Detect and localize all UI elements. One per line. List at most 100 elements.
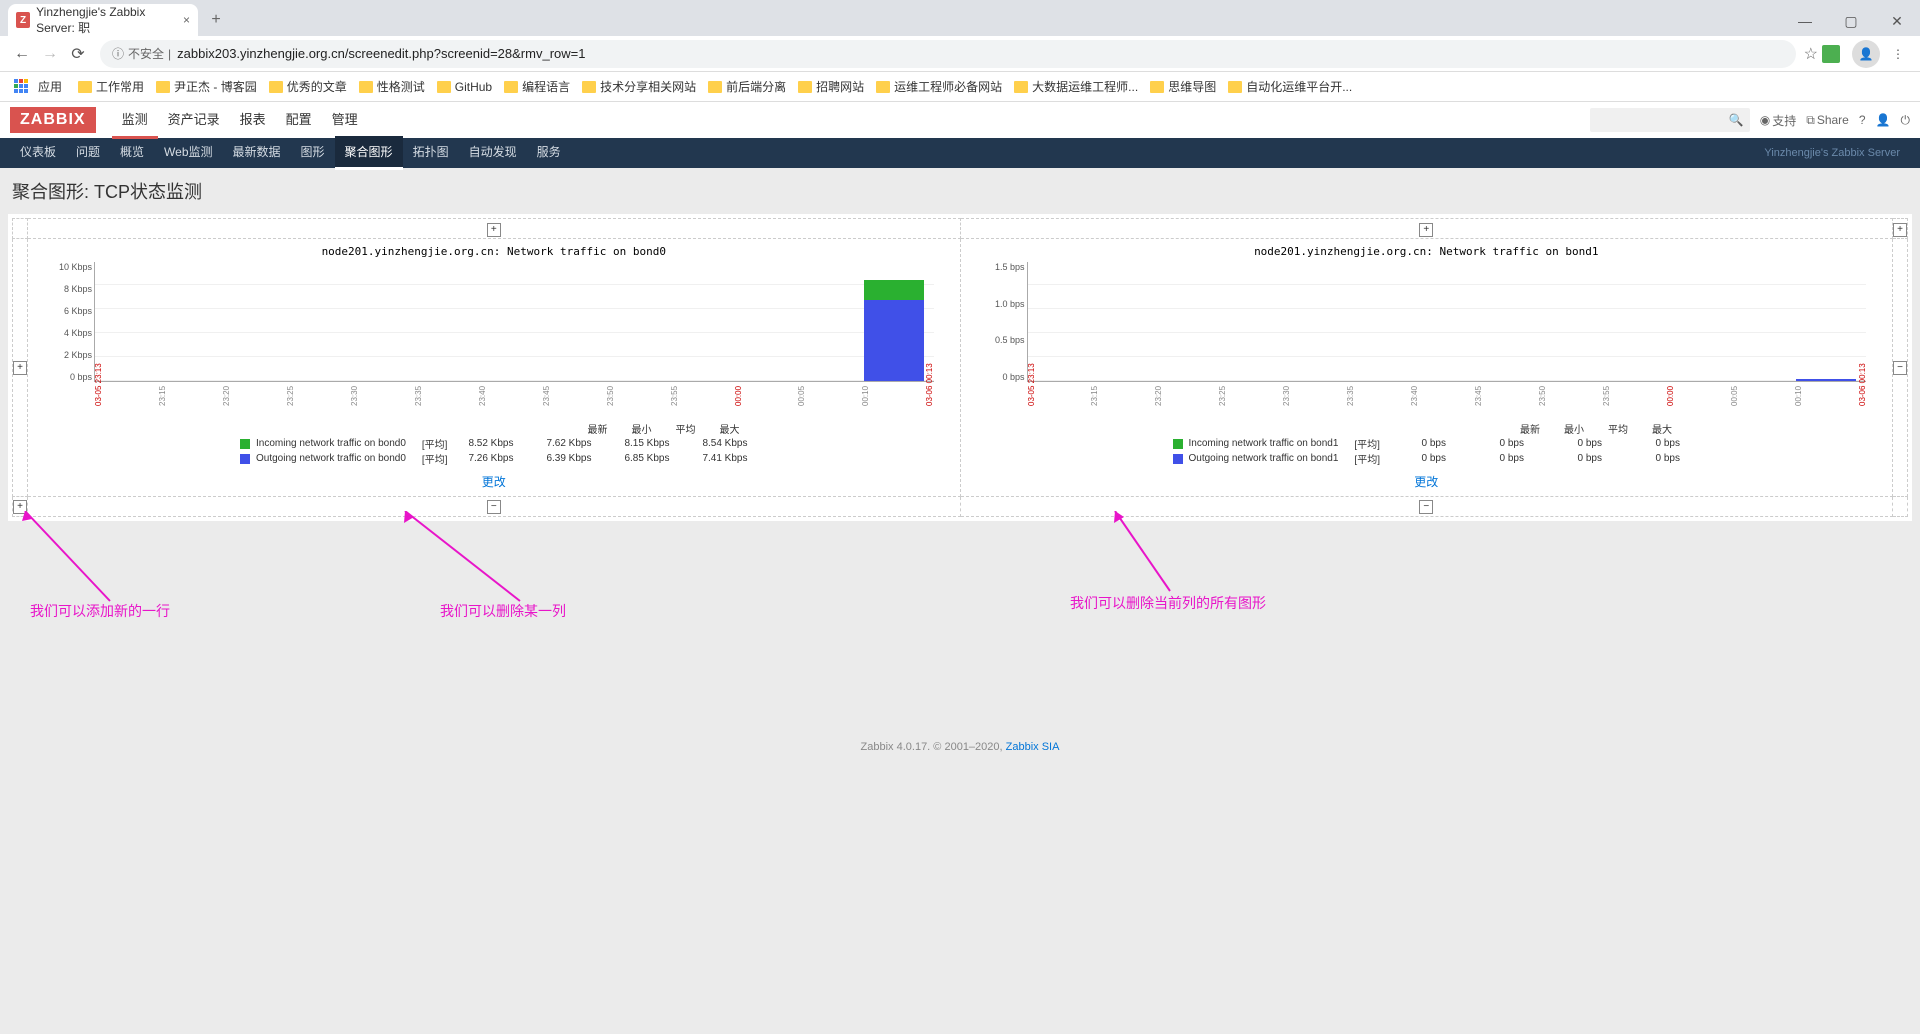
remove-row-button[interactable]: −	[1893, 361, 1907, 375]
add-row-button[interactable]: +	[13, 361, 27, 375]
bookmark-star-icon[interactable]: ☆	[1804, 44, 1818, 64]
nav2-item[interactable]: 图形	[291, 136, 335, 170]
footer: Zabbix 4.0.17. © 2001–2020, Zabbix SIA	[0, 721, 1920, 763]
add-column-button[interactable]: +	[487, 223, 501, 237]
folder-icon	[876, 81, 890, 93]
y-axis: 1.5 bps1.0 bps0.5 bps0 bps	[977, 262, 1025, 382]
extension-icon[interactable]	[1822, 45, 1840, 63]
bookmark-item[interactable]: 性格测试	[353, 76, 431, 97]
folder-icon	[1228, 81, 1242, 93]
screen-editor: + + + + node201.yinzhengjie.org.cn: Netw…	[8, 214, 1912, 521]
annotations: 我们可以添加新的一行 我们可以删除某一列 我们可以删除当前列的所有图形	[0, 521, 1920, 721]
browser-tab[interactable]: Z Yinzhengjie's Zabbix Server: 职 ×	[8, 4, 198, 36]
profile-icon[interactable]: 👤	[1852, 40, 1880, 68]
nav1-item[interactable]: 管理	[322, 101, 368, 139]
folder-icon	[582, 81, 596, 93]
nav2-item[interactable]: 概览	[110, 136, 154, 170]
nav2-item[interactable]: Web监测	[154, 136, 222, 170]
footer-link[interactable]: Zabbix SIA	[1006, 741, 1060, 753]
reload-button[interactable]: ⟳	[64, 40, 92, 68]
add-column-button[interactable]: +	[1419, 223, 1433, 237]
folder-icon	[1150, 81, 1164, 93]
folder-icon	[1014, 81, 1028, 93]
tab-title: Yinzhengjie's Zabbix Server: 职	[36, 5, 183, 36]
help-icon[interactable]: ?	[1859, 113, 1866, 127]
folder-icon	[269, 81, 283, 93]
browser-menu-icon[interactable]: ⋮	[1884, 40, 1912, 68]
bookmarks-bar: 应用 工作常用尹正杰 - 博客园优秀的文章性格测试GitHub编程语言技术分享相…	[0, 72, 1920, 102]
apps-grid-icon	[14, 79, 30, 95]
nav2-item[interactable]: 仪表板	[10, 136, 66, 170]
nav2-item[interactable]: 服务	[527, 136, 571, 170]
nav1-item[interactable]: 监测	[112, 101, 158, 139]
minimize-icon[interactable]: —	[1782, 6, 1828, 36]
x-axis: 03-05 23:1323:1523:2023:2523:3023:3523:4…	[1027, 382, 1867, 391]
chart-legend: 最新最小平均最大Incoming network traffic on bond…	[1173, 421, 1680, 466]
nav2-item[interactable]: 聚合图形	[335, 136, 403, 170]
nav1-item[interactable]: 报表	[230, 101, 276, 139]
bookmark-item[interactable]: 大数据运维工程师...	[1008, 76, 1144, 97]
chart-plot[interactable]	[94, 262, 934, 382]
back-button[interactable]: ←	[8, 40, 36, 68]
zabbix-subnav: 仪表板问题概览Web监测最新数据图形聚合图形拓扑图自动发现服务 Yinzheng…	[0, 138, 1920, 168]
nav2-item[interactable]: 拓扑图	[403, 136, 459, 170]
remove-column-button[interactable]: −	[1419, 500, 1433, 514]
url-text: zabbix203.yinzhengjie.org.cn/screenedit.…	[177, 46, 585, 61]
close-icon[interactable]: ×	[183, 13, 190, 27]
bookmark-item[interactable]: 优秀的文章	[263, 76, 353, 97]
folder-icon	[798, 81, 812, 93]
bookmark-item[interactable]: 招聘网站	[792, 76, 870, 97]
folder-icon	[156, 81, 170, 93]
add-column-button[interactable]: +	[1893, 223, 1907, 237]
security-indicator[interactable]: ⓘ 不安全 |	[112, 45, 171, 62]
bookmark-item[interactable]: 编程语言	[498, 76, 576, 97]
user-icon[interactable]: 👤	[1876, 113, 1891, 127]
folder-icon	[359, 81, 373, 93]
folder-icon	[504, 81, 518, 93]
zabbix-logo[interactable]: ZABBIX	[10, 107, 96, 133]
url-input[interactable]: ⓘ 不安全 | zabbix203.yinzhengjie.org.cn/scr…	[100, 40, 1796, 68]
tab-favicon-icon: Z	[16, 12, 30, 28]
bookmark-item[interactable]: 工作常用	[72, 76, 150, 97]
search-icon: 🔍	[1729, 113, 1744, 127]
annotation-add-row: 我们可以添加新的一行	[30, 601, 170, 621]
x-axis: 03-05 23:1323:1523:2023:2523:3023:3523:4…	[94, 382, 934, 391]
logout-icon[interactable]: ⏻	[1901, 113, 1911, 128]
bookmark-item[interactable]: 前后端分离	[702, 76, 792, 97]
support-link[interactable]: ◉ 支持	[1760, 112, 1797, 129]
folder-icon	[78, 81, 92, 93]
change-link[interactable]: 更改	[482, 473, 506, 490]
bookmark-item[interactable]: 尹正杰 - 博客园	[150, 76, 263, 97]
bookmark-item[interactable]: 运维工程师必备网站	[870, 76, 1008, 97]
share-link[interactable]: ⧉ Share	[1806, 113, 1849, 128]
nav2-item[interactable]: 问题	[66, 136, 110, 170]
apps-button[interactable]: 应用	[8, 76, 68, 97]
graph-title: node201.yinzhengjie.org.cn: Network traf…	[34, 245, 954, 258]
chart-legend: 最新最小平均最大Incoming network traffic on bond…	[240, 421, 747, 466]
annotation-remove-all: 我们可以删除当前列的所有图形	[1070, 593, 1266, 613]
forward-button: →	[36, 40, 64, 68]
folder-icon	[437, 81, 451, 93]
nav2-item[interactable]: 自动发现	[459, 136, 527, 170]
page-title: 聚合图形: TCP状态监测	[0, 168, 1920, 214]
zabbix-header: ZABBIX 监测资产记录报表配置管理 🔍 ◉ 支持 ⧉ Share ? 👤 ⏻	[0, 102, 1920, 138]
chart-plot[interactable]	[1027, 262, 1867, 382]
graph-title: node201.yinzhengjie.org.cn: Network traf…	[967, 245, 1887, 258]
nav2-item[interactable]: 最新数据	[223, 136, 291, 170]
bookmark-item[interactable]: 技术分享相关网站	[576, 76, 702, 97]
maximize-icon[interactable]: ▢	[1828, 6, 1874, 36]
bookmark-item[interactable]: 思维导图	[1144, 76, 1222, 97]
bookmark-item[interactable]: 自动化运维平台开...	[1222, 76, 1358, 97]
bookmark-item[interactable]: GitHub	[431, 76, 498, 97]
nav1-item[interactable]: 配置	[276, 101, 322, 139]
y-axis: 10 Kbps8 Kbps6 Kbps4 Kbps2 Kbps0 bps	[44, 262, 92, 382]
new-tab-button[interactable]: +	[202, 6, 230, 34]
folder-icon	[708, 81, 722, 93]
server-name: Yinzhengjie's Zabbix Server	[1764, 147, 1910, 159]
browser-tabstrip: Z Yinzhengjie's Zabbix Server: 职 × + — ▢…	[0, 0, 1920, 36]
close-window-icon[interactable]: ✕	[1874, 6, 1920, 36]
search-input[interactable]: 🔍	[1590, 108, 1750, 132]
change-link[interactable]: 更改	[1414, 473, 1438, 490]
annotation-remove-col: 我们可以删除某一列	[440, 601, 566, 621]
nav1-item[interactable]: 资产记录	[158, 101, 230, 139]
